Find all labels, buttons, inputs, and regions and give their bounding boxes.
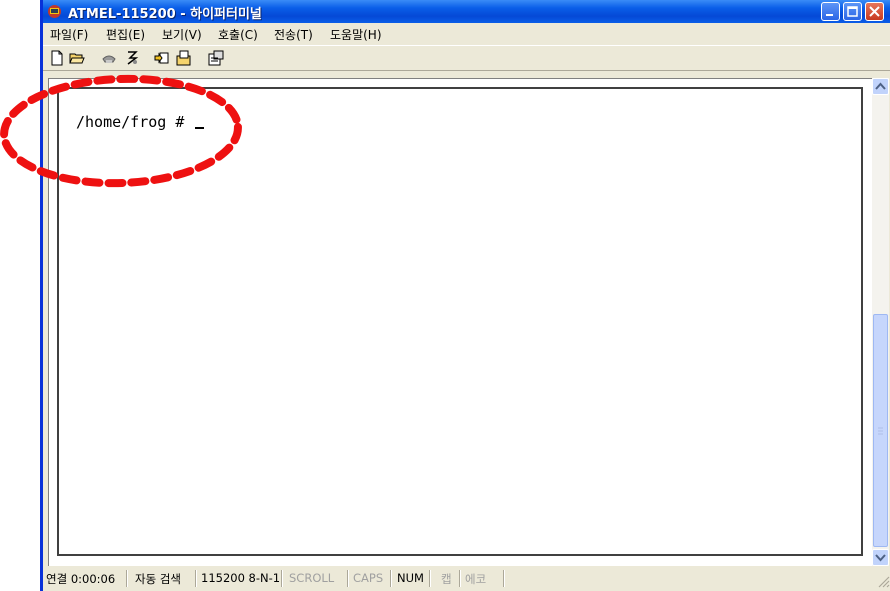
menu-call[interactable]: 호출(C)	[218, 26, 258, 43]
maximize-icon	[847, 6, 858, 17]
status-divider	[390, 570, 392, 587]
open-folder-icon[interactable]	[69, 50, 85, 66]
auto-detect-label: 자동 검색	[135, 572, 181, 586]
menu-file[interactable]: 파일(F)	[50, 26, 88, 43]
echo-indicator: 에코	[465, 572, 487, 586]
caps-lock-indicator: CAPS	[353, 571, 384, 585]
terminal-prompt: /home/frog #	[76, 113, 205, 131]
properties-icon[interactable]	[208, 50, 224, 66]
scroll-up-button[interactable]	[872, 78, 889, 95]
status-divider	[503, 570, 505, 587]
hyperterminal-window: ATMEL-115200 - 하이퍼터미널 파일(F) 편집(E) 보기(V) …	[40, 0, 890, 591]
status-divider	[429, 570, 431, 587]
close-icon	[869, 6, 880, 17]
hyperterminal-app-icon[interactable]	[47, 4, 62, 19]
status-divider	[459, 570, 461, 587]
new-document-icon[interactable]	[49, 50, 65, 66]
menu-edit[interactable]: 편집(E)	[106, 26, 145, 43]
disconnect-icon[interactable]	[124, 50, 140, 66]
arrow-down-icon	[875, 554, 886, 562]
grip-icon	[878, 427, 883, 435]
arrow-up-icon	[875, 82, 886, 90]
receive-icon[interactable]	[176, 50, 192, 66]
status-bar: 연결 0:00:06 자동 검색 115200 8-N-1 SCROLL CAP…	[43, 566, 890, 591]
num-lock-indicator: NUM	[397, 571, 424, 585]
status-divider	[126, 570, 128, 587]
menu-bar: 파일(F) 편집(E) 보기(V) 호출(C) 전송(T) 도움말(H)	[43, 23, 890, 44]
text-cursor	[195, 127, 205, 129]
prompt-text: /home/frog #	[76, 113, 194, 131]
window-title: ATMEL-115200 - 하이퍼터미널	[68, 7, 262, 22]
vertical-scrollbar[interactable]	[872, 78, 889, 566]
maximize-button[interactable]	[843, 2, 862, 21]
connect-phone-icon[interactable]	[101, 50, 117, 66]
status-divider	[195, 570, 197, 587]
menu-transfer[interactable]: 전송(T)	[274, 26, 313, 43]
menu-view[interactable]: 보기(V)	[162, 26, 202, 43]
title-bar[interactable]: ATMEL-115200 - 하이퍼터미널	[43, 0, 890, 23]
scroll-thumb[interactable]	[873, 314, 888, 547]
minimize-icon	[826, 14, 833, 16]
minimize-button[interactable]	[821, 2, 840, 21]
status-divider	[347, 570, 349, 587]
connection-time: 연결 0:00:06	[46, 572, 116, 586]
scroll-lock-indicator: SCROLL	[289, 571, 335, 585]
port-settings-label: 115200 8-N-1	[201, 571, 281, 585]
close-button[interactable]	[865, 2, 884, 21]
status-divider	[281, 570, 283, 587]
resize-grip-icon[interactable]	[878, 576, 890, 588]
toolbar	[43, 45, 890, 71]
menu-help[interactable]: 도움말(H)	[330, 26, 382, 43]
terminal-screen[interactable]: /home/frog #	[57, 87, 863, 556]
capture-indicator: 캡	[441, 572, 452, 586]
scroll-down-button[interactable]	[872, 549, 889, 566]
send-icon[interactable]	[154, 50, 170, 66]
